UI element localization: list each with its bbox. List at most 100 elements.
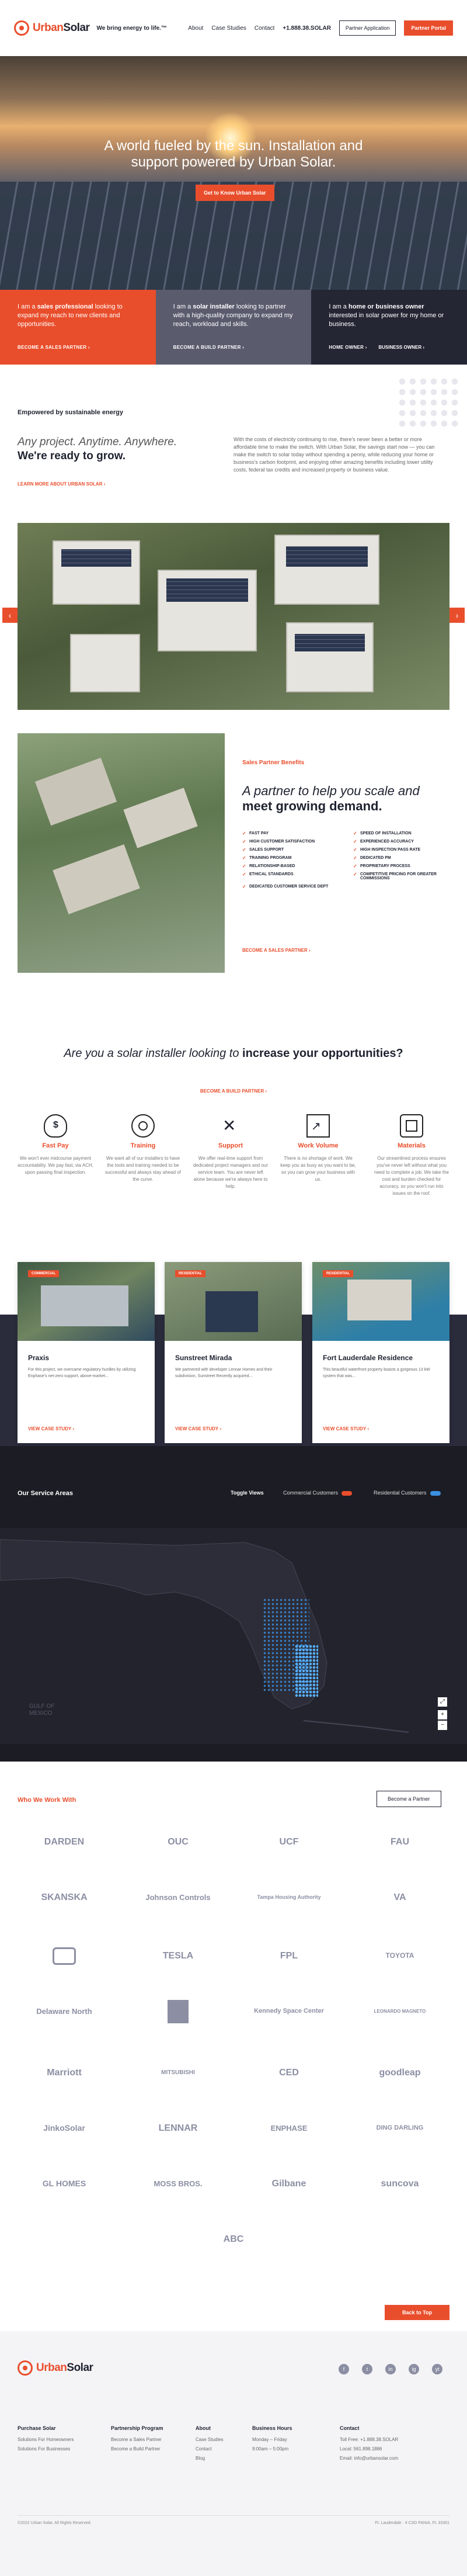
- linkedin-icon[interactable]: in: [385, 2364, 396, 2374]
- business-owner-link[interactable]: BUSINESS OWNER ›: [378, 343, 424, 352]
- footer-link[interactable]: Solutions For Homeowners: [18, 2435, 74, 2445]
- home-owner-link[interactable]: HOME OWNER ›: [329, 343, 367, 352]
- service-map[interactable]: GULF OF MEXICO: [0, 1528, 467, 1744]
- army-star-logo: [140, 1995, 216, 2027]
- footer-link[interactable]: Contact: [196, 2445, 224, 2454]
- become-sales-partner-link[interactable]: BECOME A SALES PARTNER ›: [242, 948, 311, 953]
- gallery-prev-button[interactable]: ‹: [2, 608, 18, 623]
- growth-chart-icon: ↗: [306, 1114, 330, 1138]
- feature-support: ✕ Support We offer real-time support fro…: [193, 1114, 269, 1190]
- case-study-card[interactable]: RESIDENTIAL Sunstreet Mirada We partnere…: [165, 1262, 302, 1443]
- view-case-study-link[interactable]: VIEW CASE STUDY ›: [175, 1426, 221, 1431]
- ding-darling-logo: DING DARLING: [376, 2124, 424, 2131]
- partner-application-button[interactable]: Partner Application: [339, 20, 396, 36]
- case-study-image: COMMERCIAL: [18, 1262, 155, 1341]
- become-build-partner-link[interactable]: BECOME A BUILD PARTNER ›: [173, 343, 245, 352]
- section-eyebrow: Empowered by sustainable energy: [18, 409, 123, 416]
- partner-portal-button[interactable]: Partner Portal: [404, 20, 453, 36]
- footer-col-about: About Case Studies Contact Blog: [196, 2424, 224, 2463]
- logo[interactable]: UrbanSolar: [14, 20, 90, 36]
- layers-icon: [400, 1114, 423, 1138]
- benefit-item: EXPERIENCED ACCURACY: [353, 839, 452, 844]
- learn-more-link[interactable]: LEARN MORE ABOUT URBAN SOLAR ›: [18, 481, 105, 487]
- case-title: Fort Lauderdale Residence: [323, 1354, 413, 1362]
- back-to-top-button[interactable]: Back to Top: [385, 2305, 449, 2320]
- nav-contact[interactable]: Contact: [255, 25, 274, 32]
- view-case-study-link[interactable]: VIEW CASE STUDY ›: [28, 1426, 74, 1431]
- site-footer: UrbanSolar f t in ig yt Purchase Solar S…: [0, 2331, 467, 2576]
- solar-array: [61, 549, 131, 567]
- solar-array: [286, 546, 368, 567]
- nav-about[interactable]: About: [188, 25, 203, 32]
- footer-phone-link[interactable]: Local: 561.898.1886: [340, 2445, 398, 2454]
- residential-markers: [295, 1645, 318, 1697]
- site-header: UrbanSolar We bring energy to life.™ Abo…: [0, 0, 467, 56]
- map-fullscreen-button[interactable]: ⤢: [438, 1697, 447, 1707]
- gulf-label: GULF OF MEXICO: [29, 1703, 55, 1717]
- case-text: For this project, we overcame regulatory…: [28, 1368, 136, 1378]
- florida-map: [0, 1539, 409, 1733]
- sales-professional-card[interactable]: I am a sales professional looking to exp…: [0, 290, 156, 365]
- facebook-icon[interactable]: f: [339, 2364, 349, 2374]
- nav-case-studies[interactable]: Case Studies: [211, 25, 246, 32]
- fpl-logo: FPL: [280, 1951, 298, 1961]
- footer-logo[interactable]: UrbanSolar: [18, 2360, 93, 2376]
- installer-section: Are you a solar installer looking to inc…: [0, 979, 467, 1271]
- building-roof: [274, 535, 379, 605]
- lennar-logo: LENNAR: [158, 2123, 198, 2133]
- benefit-item: DEDICATED PM: [353, 855, 452, 861]
- footer-link[interactable]: Case Studies: [196, 2435, 224, 2445]
- twitter-icon[interactable]: t: [362, 2364, 372, 2374]
- map-zoom-out-button[interactable]: −: [438, 1721, 447, 1730]
- instagram-icon[interactable]: ig: [409, 2364, 419, 2374]
- map-zoom-in-button[interactable]: +: [438, 1710, 447, 1719]
- residential-switch[interactable]: [430, 1490, 441, 1496]
- benefit-item: HIGH CUSTOMER SATISFACTION: [242, 839, 341, 844]
- solar-installer-card[interactable]: I am a solar installer looking to partne…: [155, 290, 312, 365]
- commercial-toggle[interactable]: Commercial Customers: [283, 1490, 353, 1496]
- benefit-item: SALES SUPPORT: [242, 847, 341, 852]
- building-roof: [286, 622, 374, 692]
- tagline: We bring energy to life.™: [96, 25, 167, 32]
- phone-link[interactable]: +1.888.38.SOLAR: [283, 25, 331, 32]
- toyota-logo: TOYOTA: [385, 1951, 414, 1960]
- case-study-card[interactable]: COMMERCIAL Praxis For this project, we o…: [18, 1262, 155, 1443]
- case-study-card[interactable]: RESIDENTIAL Fort Lauderdale Residence Th…: [312, 1262, 449, 1443]
- owner-card[interactable]: I am a home or business owner interested…: [311, 290, 467, 365]
- gallery-next-button[interactable]: ›: [449, 608, 465, 623]
- residential-toggle[interactable]: Residential Customers: [374, 1490, 441, 1496]
- installer-heading: Are you a solar installer looking to inc…: [64, 1047, 403, 1060]
- footer-link[interactable]: Solutions For Businesses: [18, 2445, 74, 2454]
- ucf-logo: UCF: [279, 1837, 299, 1847]
- view-case-study-link[interactable]: VIEW CASE STUDY ›: [323, 1426, 369, 1431]
- become-build-partner-link[interactable]: BECOME A BUILD PARTNER ›: [0, 1088, 467, 1094]
- footer-address: Ft. Lauderdale · 4 CSD PANIA, FL 33301: [375, 2521, 449, 2525]
- benefit-item: HIGH INSPECTION PASS RATE: [353, 847, 452, 852]
- darden-logo: DARDEN: [44, 1837, 85, 1847]
- case-text: This beautiful waterfront property boast…: [323, 1368, 430, 1378]
- youtube-icon[interactable]: yt: [432, 2364, 442, 2374]
- gilbane-logo: Gilbane: [271, 2179, 306, 2189]
- benefit-item: DEDICATED CUSTOMER SERVICE DEPT: [242, 884, 341, 889]
- house-roof: [53, 844, 140, 914]
- footer-link[interactable]: Become a Sales Partner: [111, 2435, 163, 2445]
- footer-link[interactable]: Become a Build Partner: [111, 2445, 163, 2454]
- case-tag: COMMERCIAL: [28, 1270, 60, 1277]
- footer-email-link[interactable]: Email: info@urbansolar.com: [340, 2454, 398, 2463]
- footer-col-partnership: Partnership Program Become a Sales Partn…: [111, 2424, 163, 2454]
- hero-cta-button[interactable]: Get to Know Urban Solar: [196, 185, 274, 201]
- logo-sun-icon: [18, 2360, 33, 2376]
- copyright: ©2022 Urban Solar. All Rights Reserved.: [18, 2521, 92, 2525]
- benefit-item: RELATIONSHIP-BASED: [242, 864, 341, 869]
- become-partner-button[interactable]: Become a Partner: [377, 1791, 441, 1807]
- hero-title: A world fueled by the sun. Installation …: [104, 138, 363, 170]
- footer-phone-link[interactable]: Toll Free: +1.888.38.SOLAR: [340, 2435, 398, 2445]
- solar-array: [166, 578, 248, 602]
- benefit-item: FAST PAY: [242, 831, 341, 836]
- commercial-switch[interactable]: [341, 1490, 353, 1496]
- mitsubishi-logo: MITSUBISHI: [161, 2069, 195, 2076]
- partner-benefits-section: Sales Partner Benefits A partner to help…: [0, 733, 467, 979]
- tesla-logo: TESLA: [162, 1951, 194, 1961]
- footer-link[interactable]: Blog: [196, 2454, 224, 2463]
- become-sales-partner-link[interactable]: BECOME A SALES PARTNER ›: [18, 343, 90, 352]
